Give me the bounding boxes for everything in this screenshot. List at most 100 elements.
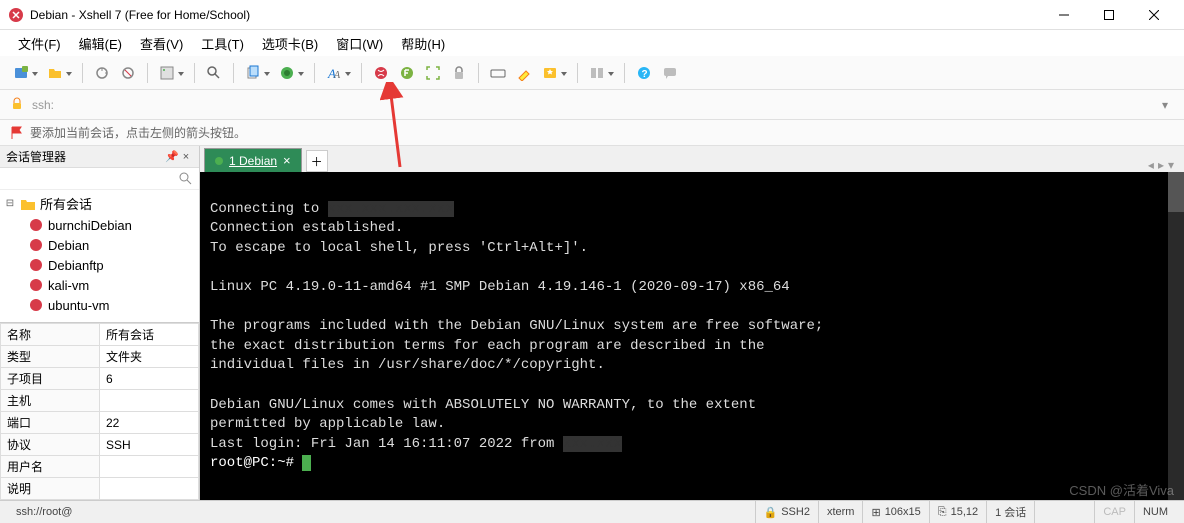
prop-row: 说明 xyxy=(1,478,199,500)
prop-row: 端口22 xyxy=(1,412,199,434)
tree-root[interactable]: ⊟ 所有会话 xyxy=(0,192,199,215)
xftp-button[interactable] xyxy=(396,62,418,84)
font-button[interactable]: AA xyxy=(323,62,345,84)
prop-row: 子项目6 xyxy=(1,368,199,390)
tab-prev-icon[interactable]: ◂ xyxy=(1148,158,1154,172)
status-spacer xyxy=(1034,501,1094,523)
session-item[interactable]: ubuntu-vm xyxy=(0,295,199,315)
address-prefix: ssh: xyxy=(32,98,54,112)
maximize-button[interactable] xyxy=(1086,0,1131,30)
toolbar: AA ? xyxy=(0,56,1184,90)
status-size: ⊞106x15 xyxy=(862,501,928,523)
tab-strip: 1 Debian × ＋ ◂ ▸ ▾ xyxy=(200,146,1184,172)
statusbar: ssh://root@ 🔒SSH2 xterm ⊞106x15 ⎘15,12 1… xyxy=(0,500,1184,523)
session-tree: ⊟ 所有会话 burnchiDebian Debian Debianftp ka… xyxy=(0,190,199,322)
infobar-text: 要添加当前会话，点击左侧的箭头按钮。 xyxy=(30,124,246,141)
tab-next-icon[interactable]: ▸ xyxy=(1158,158,1164,172)
infobar: 要添加当前会话，点击左侧的箭头按钮。 xyxy=(0,120,1184,146)
menu-tabs[interactable]: 选项卡(B) xyxy=(254,31,326,56)
terminal-area: 1 Debian × ＋ ◂ ▸ ▾ Connecting to xxx.xxx… xyxy=(200,146,1184,500)
sidebar-header: 会话管理器 📌 × xyxy=(0,146,199,168)
lock-icon: 🔒 xyxy=(764,506,778,519)
reconnect-button[interactable] xyxy=(91,62,113,84)
new-session-button[interactable] xyxy=(10,62,32,84)
layout-button[interactable] xyxy=(586,62,608,84)
keyboard-button[interactable] xyxy=(487,62,509,84)
menu-file[interactable]: 文件(F) xyxy=(10,31,69,56)
prop-row: 协议SSH xyxy=(1,434,199,456)
status-pos: ⎘15,12 xyxy=(929,501,986,523)
main-area: 会话管理器 📌 × ⊟ 所有会话 burnchiDebian Debian De… xyxy=(0,146,1184,500)
prop-row: 主机 xyxy=(1,390,199,412)
menu-help[interactable]: 帮助(H) xyxy=(393,31,453,56)
flag-icon xyxy=(10,126,24,140)
addressbar: ssh: ▾ xyxy=(0,90,1184,120)
pos-icon: ⎘ xyxy=(938,506,947,519)
close-button[interactable] xyxy=(1131,0,1176,30)
tab-add-button[interactable]: ＋ xyxy=(306,150,328,172)
session-icon xyxy=(28,217,44,233)
session-icon xyxy=(28,257,44,273)
highlight-button[interactable] xyxy=(513,62,535,84)
app-icon xyxy=(8,7,24,23)
session-item[interactable]: kali-vm xyxy=(0,275,199,295)
terminal[interactable]: Connecting to xxx.xxx.xxx.xxx Connection… xyxy=(200,172,1184,500)
open-button[interactable] xyxy=(44,62,66,84)
xagent-button[interactable] xyxy=(370,62,392,84)
tab-menu-icon[interactable]: ▾ xyxy=(1168,158,1174,172)
feedback-button[interactable] xyxy=(659,62,681,84)
tree-root-label: 所有会话 xyxy=(40,194,92,213)
grid-icon: ⊞ xyxy=(871,506,880,519)
cursor xyxy=(302,455,311,471)
terminal-scrollbar[interactable] xyxy=(1168,172,1184,500)
tab-nav: ◂ ▸ ▾ xyxy=(1148,158,1180,172)
collapse-icon[interactable]: ⊟ xyxy=(4,198,16,209)
tab-close-icon[interactable]: × xyxy=(283,153,291,168)
tab-debian[interactable]: 1 Debian × xyxy=(204,148,302,172)
session-icon xyxy=(28,237,44,253)
bookmark-button[interactable] xyxy=(539,62,561,84)
sidebar-search xyxy=(0,168,199,190)
session-manager: 会话管理器 📌 × ⊟ 所有会话 burnchiDebian Debian De… xyxy=(0,146,200,500)
menu-window[interactable]: 窗口(W) xyxy=(328,31,391,56)
connected-dot-icon xyxy=(215,157,223,165)
status-term: xterm xyxy=(818,501,863,523)
minimize-button[interactable] xyxy=(1041,0,1086,30)
paste-button[interactable] xyxy=(276,62,298,84)
svg-text:A: A xyxy=(333,70,341,81)
prop-row: 用户名 xyxy=(1,456,199,478)
search-icon[interactable] xyxy=(179,172,193,186)
tab-label: 1 Debian xyxy=(229,154,277,168)
status-ssh: 🔒SSH2 xyxy=(755,501,818,523)
help-button[interactable]: ? xyxy=(633,62,655,84)
menu-tools[interactable]: 工具(T) xyxy=(193,31,252,56)
session-item[interactable]: Debian xyxy=(0,235,199,255)
session-icon xyxy=(28,277,44,293)
menubar: 文件(F) 编辑(E) 查看(V) 工具(T) 选项卡(B) 窗口(W) 帮助(… xyxy=(0,30,1184,56)
session-icon xyxy=(28,297,44,313)
prop-row: 类型文件夹 xyxy=(1,346,199,368)
search-button[interactable] xyxy=(203,62,225,84)
fullscreen-button[interactable] xyxy=(422,62,444,84)
folder-icon xyxy=(20,196,36,212)
address-dropdown-icon[interactable]: ▾ xyxy=(1156,98,1174,112)
svg-text:?: ? xyxy=(642,69,648,80)
pin-icon[interactable]: 📌 xyxy=(165,150,179,164)
properties-button[interactable] xyxy=(156,62,178,84)
sidebar-title: 会话管理器 xyxy=(6,148,66,165)
session-item[interactable]: Debianftp xyxy=(0,255,199,275)
disconnect-button[interactable] xyxy=(117,62,139,84)
session-item[interactable]: burnchiDebian xyxy=(0,215,199,235)
properties-grid: 名称所有会话 类型文件夹 子项目6 主机 端口22 协议SSH 用户名 说明 xyxy=(0,322,199,500)
sidebar-close-icon[interactable]: × xyxy=(179,150,193,164)
lock-icon xyxy=(10,97,26,113)
menu-view[interactable]: 查看(V) xyxy=(132,31,191,56)
menu-edit[interactable]: 编辑(E) xyxy=(71,31,130,56)
window-title: Debian - Xshell 7 (Free for Home/School) xyxy=(30,8,1041,22)
status-num: NUM xyxy=(1134,501,1176,523)
status-caps: CAP xyxy=(1094,501,1134,523)
lock-button[interactable] xyxy=(448,62,470,84)
status-path: ssh://root@ xyxy=(8,501,755,523)
address-input[interactable] xyxy=(58,94,1156,116)
copy-button[interactable] xyxy=(242,62,264,84)
